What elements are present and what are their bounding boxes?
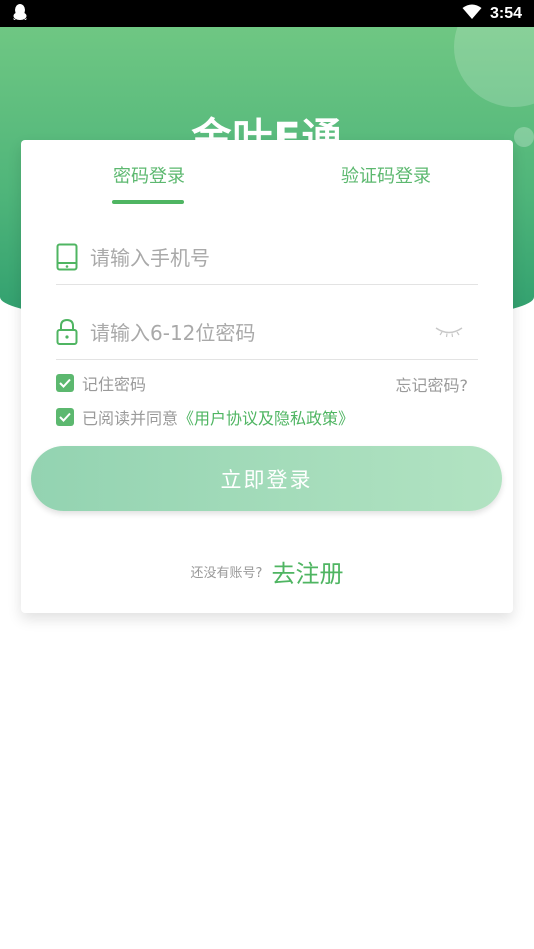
password-field (56, 310, 478, 360)
tab-password-login[interactable]: 密码登录 (113, 162, 185, 188)
agree-prefix: 已阅读并同意 (82, 409, 179, 428)
wifi-icon (462, 4, 482, 24)
login-button[interactable]: 立即登录 (31, 446, 502, 511)
phone-field (56, 235, 478, 285)
status-bar: 3:54 (0, 0, 534, 27)
login-screen: 3:54 金叶E通 密码登录 验证码登录 请输入手机号 记住密码 忘记密码? 已… (0, 0, 534, 949)
user-agreement-link[interactable]: 《用户协议及隐私政策》 (178, 405, 354, 429)
register-link[interactable]: 去注册 (272, 560, 344, 588)
phone-icon (56, 243, 78, 271)
qq-penguin-icon (12, 3, 28, 25)
agree-checkbox[interactable] (56, 408, 74, 426)
phone-input[interactable] (90, 241, 430, 275)
status-right: 3:54 (462, 4, 522, 24)
checkmark-icon (59, 412, 71, 422)
no-account-text: 还没有账号? (190, 566, 263, 581)
remember-label: 记住密码 (82, 375, 147, 394)
tab-code-login[interactable]: 验证码登录 (341, 162, 431, 188)
login-card: 密码登录 验证码登录 请输入手机号 记住密码 忘记密码? 已阅读并同意 《用户协… (21, 140, 513, 613)
forgot-password-link[interactable]: 忘记密码? (396, 372, 469, 396)
decorative-bubble (454, 27, 534, 107)
remember-password-row: 记住密码 (56, 372, 146, 394)
remember-checkbox[interactable] (56, 374, 74, 392)
eye-closed-icon[interactable] (434, 324, 464, 338)
checkmark-icon (59, 378, 71, 388)
password-input[interactable] (90, 316, 430, 350)
login-tabs: 密码登录 验证码登录 (21, 140, 513, 210)
active-tab-indicator (112, 200, 184, 204)
status-time: 3:54 (489, 4, 522, 22)
agreement-row: 已阅读并同意 《用户协议及隐私政策》 (56, 406, 354, 428)
lock-icon (56, 318, 78, 346)
register-row: 还没有账号? 去注册 (21, 554, 513, 589)
